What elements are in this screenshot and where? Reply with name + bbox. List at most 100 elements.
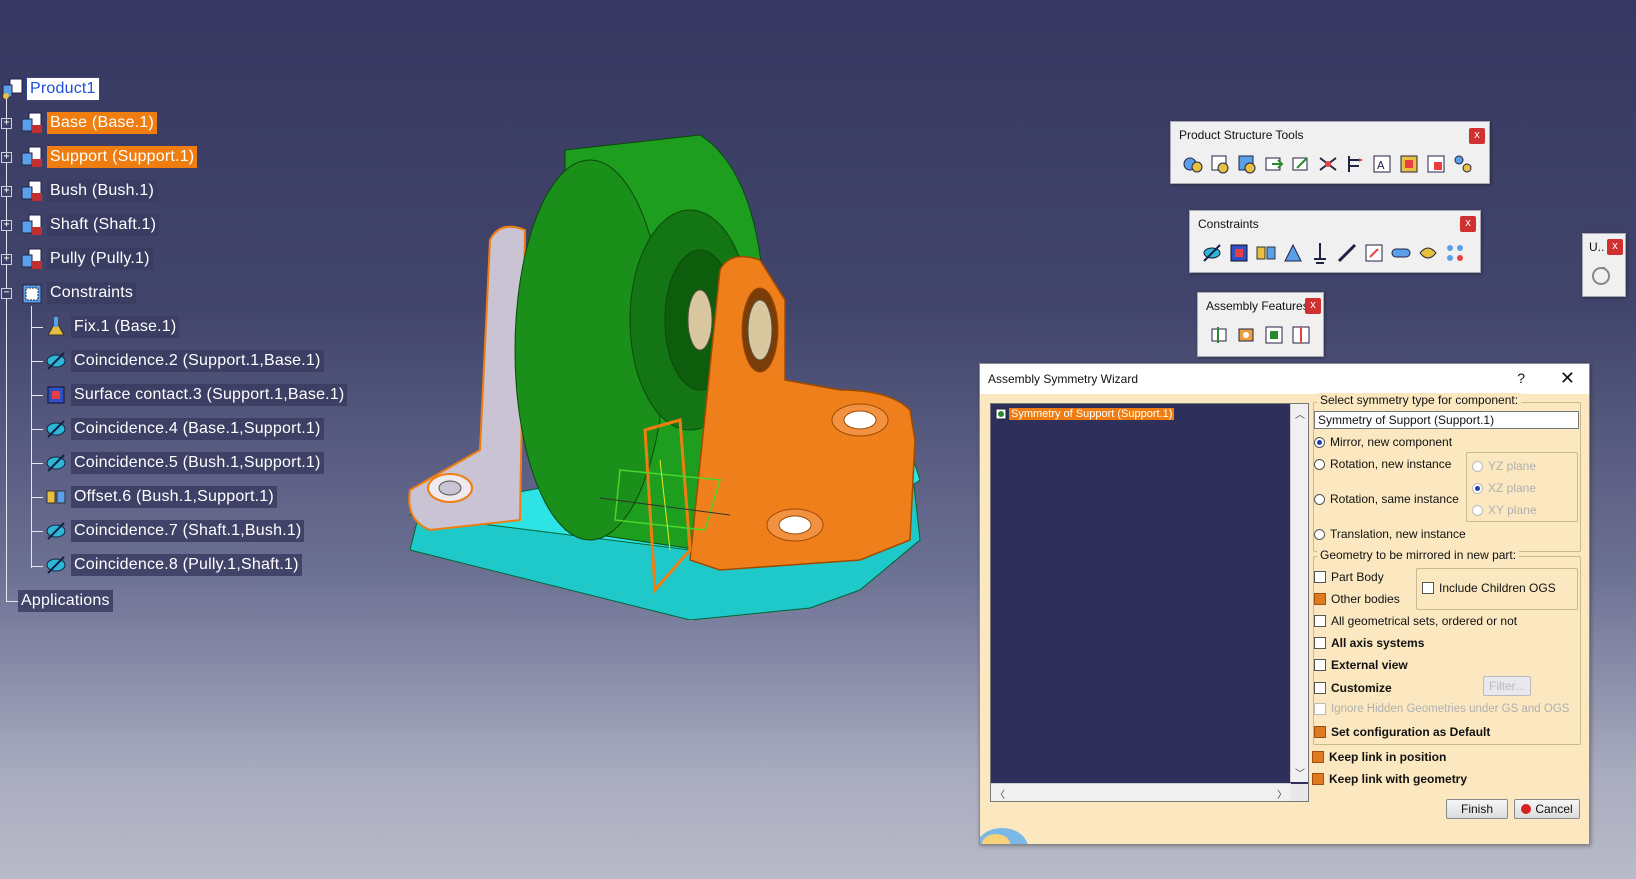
update-icon[interactable] bbox=[1589, 264, 1613, 288]
tree-node-shaft[interactable]: Shaft (Shaft.1) bbox=[20, 211, 160, 239]
scroll-left-icon[interactable]: 〈 bbox=[995, 786, 1005, 801]
contact-constraint-icon[interactable] bbox=[1227, 241, 1251, 265]
help-button[interactable]: ? bbox=[1517, 370, 1525, 386]
constraint-item[interactable]: Coincidence.2 (Support.1,Base.1) bbox=[44, 347, 324, 375]
hole-icon[interactable] bbox=[1235, 323, 1259, 347]
manage-representations-icon[interactable] bbox=[1424, 152, 1448, 176]
tree-node-base[interactable]: Base (Base.1) bbox=[20, 109, 157, 137]
other-bodies-checkbox[interactable]: Other bodies bbox=[1314, 592, 1400, 606]
close-button[interactable]: ✕ bbox=[1560, 368, 1575, 389]
set-configuration-default-checkbox[interactable]: Set configuration as Default bbox=[1314, 725, 1490, 739]
radio-indicator bbox=[1472, 504, 1483, 516]
scroll-right-icon[interactable]: 〉 bbox=[1277, 786, 1287, 801]
flexible-rigid-icon[interactable] bbox=[1389, 241, 1413, 265]
tree-root-product[interactable]: Product1 bbox=[0, 75, 100, 103]
selective-load-icon[interactable] bbox=[1397, 152, 1421, 176]
fix-together-icon[interactable] bbox=[1335, 241, 1359, 265]
change-constraint-icon[interactable] bbox=[1416, 241, 1440, 265]
coincidence-constraint-icon[interactable] bbox=[1200, 241, 1224, 265]
checkbox-label: Include Children OGS bbox=[1439, 581, 1556, 595]
constraint-item[interactable]: Coincidence.4 (Base.1,Support.1) bbox=[44, 415, 324, 443]
constraint-label: Surface contact.3 (Support.1,Base.1) bbox=[71, 384, 348, 406]
translation-new-instance-radio[interactable]: Translation, new instance bbox=[1314, 527, 1466, 541]
multi-instantiation-icon[interactable] bbox=[1451, 152, 1475, 176]
checkbox-indicator bbox=[1314, 703, 1326, 715]
close-icon[interactable]: x bbox=[1460, 216, 1476, 232]
existing-component-icon[interactable] bbox=[1262, 152, 1286, 176]
split-icon[interactable] bbox=[1208, 323, 1232, 347]
customize-checkbox[interactable]: Customize bbox=[1314, 681, 1392, 695]
expand-toggle[interactable]: + bbox=[1, 186, 12, 197]
part-icon bbox=[20, 213, 44, 237]
toolbar-icons bbox=[1190, 237, 1480, 271]
finish-button[interactable]: Finish bbox=[1446, 799, 1508, 819]
constraint-item[interactable]: Fix.1 (Base.1) bbox=[44, 313, 180, 341]
scroll-down-icon[interactable]: ﹀ bbox=[1295, 765, 1305, 780]
part-body-checkbox[interactable]: Part Body bbox=[1314, 570, 1384, 584]
xz-plane-radio[interactable]: XZ plane bbox=[1472, 481, 1536, 495]
keep-link-position-checkbox[interactable]: Keep link in position bbox=[1312, 750, 1446, 764]
checkbox-label: Ignore Hidden Geometries under GS and OG… bbox=[1331, 703, 1570, 715]
expand-toggle[interactable]: + bbox=[1, 220, 12, 231]
part-icon bbox=[20, 111, 44, 135]
3d-assembly-model[interactable] bbox=[390, 120, 950, 620]
tree-node-bush[interactable]: Bush (Bush.1) bbox=[20, 177, 157, 205]
assembly-features-toolbar[interactable]: Assembly Features x bbox=[1197, 292, 1324, 357]
list-item[interactable]: Symmetry of Support (Support.1) bbox=[995, 408, 1175, 420]
external-view-checkbox[interactable]: External view bbox=[1314, 658, 1408, 672]
new-part-icon[interactable] bbox=[1235, 152, 1259, 176]
new-product-icon[interactable] bbox=[1208, 152, 1232, 176]
collapse-toggle[interactable]: − bbox=[1, 288, 12, 299]
scroll-up-icon[interactable]: ︿ bbox=[1295, 406, 1305, 421]
radio-label: Translation, new instance bbox=[1330, 527, 1466, 541]
tree-node-support[interactable]: Support (Support.1) bbox=[20, 143, 198, 171]
expand-toggle[interactable]: + bbox=[1, 152, 12, 163]
include-children-ogs-checkbox[interactable]: Include Children OGS bbox=[1422, 581, 1556, 595]
filter-button[interactable]: Filter... bbox=[1483, 676, 1531, 696]
new-component-icon[interactable] bbox=[1181, 152, 1205, 176]
product-structure-toolbar[interactable]: Product Structure Tools x A bbox=[1170, 121, 1490, 184]
ignore-hidden-checkbox[interactable]: Ignore Hidden Geometries under GS and OG… bbox=[1314, 703, 1569, 715]
all-axis-systems-checkbox[interactable]: All axis systems bbox=[1314, 636, 1424, 650]
angle-constraint-icon[interactable] bbox=[1281, 241, 1305, 265]
tree-node-pully[interactable]: Pully (Pully.1) bbox=[20, 245, 153, 273]
quick-constraint-icon[interactable] bbox=[1362, 241, 1386, 265]
all-geometrical-sets-checkbox[interactable]: All geometrical sets, ordered or not bbox=[1314, 614, 1517, 628]
offset-constraint-icon[interactable] bbox=[1254, 241, 1278, 265]
replace-component-icon[interactable] bbox=[1316, 152, 1340, 176]
vertical-scrollbar[interactable]: ︿ ﹀ bbox=[1290, 404, 1308, 782]
graph-tree-reordering-icon[interactable] bbox=[1343, 152, 1367, 176]
generate-numbering-icon[interactable]: A bbox=[1370, 152, 1394, 176]
constraints-toolbar[interactable]: Constraints x bbox=[1189, 210, 1481, 273]
expand-toggle[interactable]: + bbox=[1, 254, 12, 265]
scrollbar-corner bbox=[1291, 784, 1308, 801]
expand-toggle[interactable]: + bbox=[1, 118, 12, 129]
fix-component-icon[interactable] bbox=[1308, 241, 1332, 265]
radio-indicator bbox=[1314, 436, 1325, 448]
tree-node-applications[interactable]: Applications bbox=[18, 587, 113, 615]
constraint-item[interactable]: Coincidence.5 (Bush.1,Support.1) bbox=[44, 449, 324, 477]
constraint-item[interactable]: Coincidence.7 (Shaft.1,Bush.1) bbox=[44, 517, 305, 545]
tree-node-constraints[interactable]: Constraints bbox=[20, 279, 137, 307]
xy-plane-radio[interactable]: XY plane bbox=[1472, 503, 1537, 517]
symmetry-list[interactable]: Symmetry of Support (Support.1) ︿ ﹀ 〈 〉 bbox=[990, 403, 1309, 802]
existing-positioning-icon[interactable] bbox=[1289, 152, 1313, 176]
constraint-item[interactable]: Offset.6 (Bush.1,Support.1) bbox=[44, 483, 277, 511]
mirror-new-component-radio[interactable]: Mirror, new component bbox=[1314, 435, 1452, 449]
component-name-field[interactable]: Symmetry of Support (Support.1) bbox=[1314, 411, 1579, 429]
close-icon[interactable]: x bbox=[1607, 239, 1623, 255]
rotation-same-instance-radio[interactable]: Rotation, same instance bbox=[1314, 492, 1459, 506]
cancel-button[interactable]: Cancel bbox=[1514, 799, 1580, 819]
close-icon[interactable]: x bbox=[1469, 128, 1485, 144]
horizontal-scrollbar[interactable]: 〈 〉 bbox=[991, 783, 1291, 801]
close-icon[interactable]: x bbox=[1305, 298, 1321, 314]
mini-toolbar[interactable]: U.. x bbox=[1582, 233, 1626, 297]
yz-plane-radio[interactable]: YZ plane bbox=[1472, 459, 1536, 473]
keep-link-geometry-checkbox[interactable]: Keep link with geometry bbox=[1312, 772, 1467, 786]
constraint-item[interactable]: Surface contact.3 (Support.1,Base.1) bbox=[44, 381, 348, 409]
rotation-new-instance-radio[interactable]: Rotation, new instance bbox=[1314, 457, 1451, 471]
symmetry-icon[interactable] bbox=[1289, 323, 1313, 347]
reuse-pattern-icon[interactable] bbox=[1443, 241, 1467, 265]
constraint-item[interactable]: Coincidence.8 (Pully.1,Shaft.1) bbox=[44, 551, 302, 579]
pocket-icon[interactable] bbox=[1262, 323, 1286, 347]
